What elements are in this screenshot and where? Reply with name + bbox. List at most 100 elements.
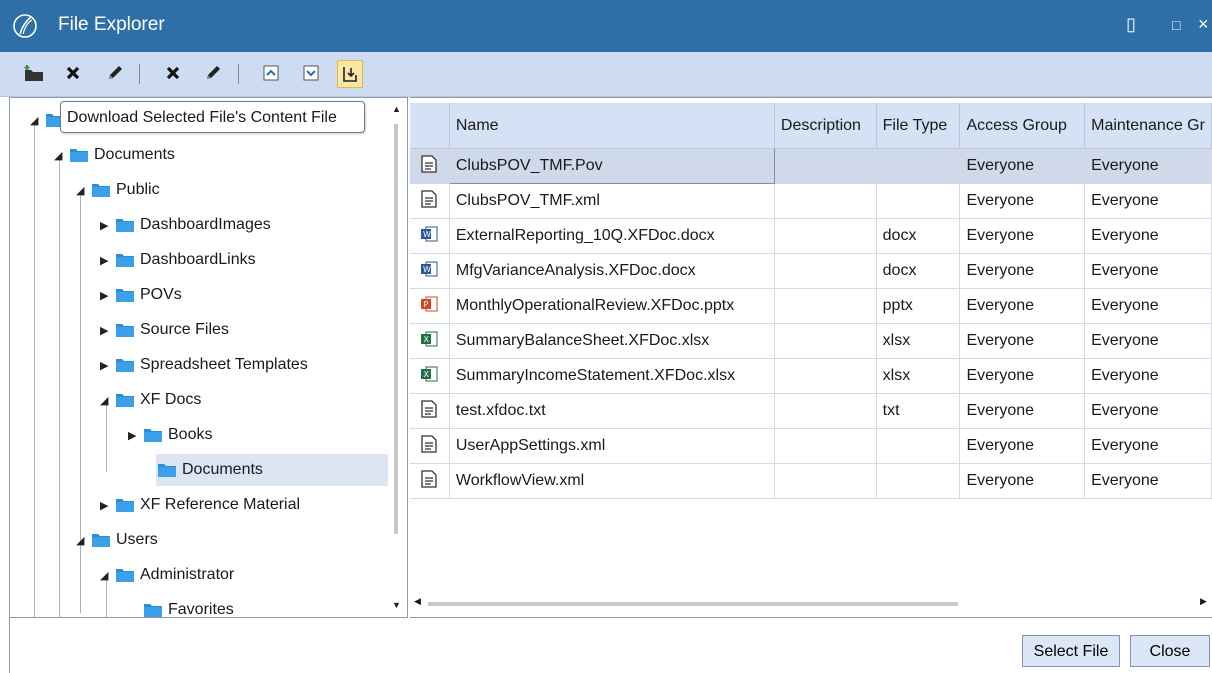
file-name-cell[interactable]: test.xfdoc.txt <box>449 393 775 429</box>
access-group-cell[interactable]: Everyone <box>959 148 1086 184</box>
tree-item[interactable]: ▶ Books <box>128 419 212 451</box>
tree-item[interactable]: ▶ Spreadsheet Templates <box>100 349 308 381</box>
file-type-cell[interactable]: txt <box>876 393 961 429</box>
window-restore-icon[interactable]: ▯ <box>1126 14 1136 35</box>
maintenance-group-cell[interactable]: Everyone <box>1084 253 1212 289</box>
tree-item[interactable]: ▶ XF Reference Material <box>100 489 300 521</box>
close-button[interactable]: Close <box>1130 635 1210 667</box>
file-type-cell[interactable] <box>876 428 961 464</box>
expand-arrow-icon[interactable]: ▶ <box>128 429 142 442</box>
collapse-arrow-icon[interactable]: ◢ <box>54 149 68 162</box>
column-header-file-type[interactable]: File Type <box>876 103 961 149</box>
tree-item[interactable]: ◢ Documents <box>54 139 175 171</box>
maintenance-group-cell[interactable]: Everyone <box>1084 463 1212 499</box>
delete-file-button[interactable] <box>161 61 185 85</box>
download-file-button[interactable] <box>299 61 323 85</box>
delete-folder-button[interactable] <box>61 61 85 85</box>
description-cell[interactable] <box>774 463 877 499</box>
add-folder-button[interactable] <box>22 61 46 85</box>
file-row[interactable]: X SummaryIncomeStatement.XFDoc.xlsx xlsx Ev… <box>410 358 1212 394</box>
file-name-cell[interactable]: SummaryIncomeStatement.XFDoc.xlsx <box>449 358 775 394</box>
file-name-cell[interactable]: SummaryBalanceSheet.XFDoc.xlsx <box>449 323 775 359</box>
expand-arrow-icon[interactable]: ▶ <box>100 324 114 337</box>
file-row[interactable]: test.xfdoc.txt txt Everyone Everyone <box>410 393 1212 429</box>
file-type-cell[interactable]: xlsx <box>876 323 961 359</box>
file-row[interactable]: UserAppSettings.xml Everyone Everyone <box>410 428 1212 464</box>
maintenance-group-cell[interactable]: Everyone <box>1084 218 1212 254</box>
access-group-cell[interactable]: Everyone <box>959 253 1086 289</box>
file-name-cell[interactable]: MonthlyOperationalReview.XFDoc.pptx <box>449 288 775 324</box>
column-header-description[interactable]: Description <box>774 103 877 149</box>
file-name-cell[interactable]: WorkflowView.xml <box>449 463 775 499</box>
maintenance-group-cell[interactable]: Everyone <box>1084 288 1212 324</box>
description-cell[interactable] <box>774 218 877 254</box>
collapse-arrow-icon[interactable]: ◢ <box>76 184 90 197</box>
description-cell[interactable] <box>774 183 877 219</box>
description-cell[interactable] <box>774 288 877 324</box>
tree-item[interactable]: ▶ DashboardImages <box>100 209 271 241</box>
collapse-arrow-icon[interactable]: ◢ <box>76 534 90 547</box>
rename-folder-button[interactable] <box>103 61 127 85</box>
collapse-arrow-icon[interactable]: ◢ <box>100 569 114 582</box>
maintenance-group-cell[interactable]: Everyone <box>1084 393 1212 429</box>
expand-arrow-icon[interactable]: ▶ <box>100 289 114 302</box>
description-cell[interactable] <box>774 323 877 359</box>
column-header-name[interactable]: Name <box>449 103 775 149</box>
access-group-cell[interactable]: Everyone <box>959 393 1086 429</box>
file-name-cell[interactable]: ClubsPOV_TMF.Pov <box>448 148 775 184</box>
description-cell[interactable] <box>774 148 877 184</box>
file-row[interactable]: P MonthlyOperationalReview.XFDoc.pptx pptx… <box>410 288 1212 324</box>
tree-item[interactable]: Favorites <box>128 594 234 626</box>
description-cell[interactable] <box>774 358 877 394</box>
file-type-cell[interactable]: xlsx <box>876 358 961 394</box>
file-row[interactable]: ClubsPOV_TMF.Pov Everyone Everyone <box>410 148 1212 184</box>
file-row[interactable]: WorkflowView.xml Everyone Everyone <box>410 463 1212 499</box>
file-name-cell[interactable]: UserAppSettings.xml <box>449 428 775 464</box>
maintenance-group-cell[interactable]: Everyone <box>1084 183 1212 219</box>
file-type-cell[interactable] <box>876 148 961 184</box>
file-type-cell[interactable] <box>876 183 961 219</box>
access-group-cell[interactable]: Everyone <box>959 358 1086 394</box>
file-row[interactable]: ClubsPOV_TMF.xml Everyone Everyone <box>410 183 1212 219</box>
tree-item[interactable]: ▶ DashboardLinks <box>100 244 256 276</box>
edit-file-button[interactable] <box>201 61 225 85</box>
expand-arrow-icon[interactable]: ▶ <box>100 359 114 372</box>
file-row[interactable]: X SummaryBalanceSheet.XFDoc.xlsx xlsx Every… <box>410 323 1212 359</box>
file-type-cell[interactable]: pptx <box>876 288 961 324</box>
file-row[interactable]: W ExternalReporting_10Q.XFDoc.docx docx Eve… <box>410 218 1212 254</box>
file-row[interactable]: W MfgVarianceAnalysis.XFDoc.docx docx Every… <box>410 253 1212 289</box>
maintenance-group-cell[interactable]: Everyone <box>1084 148 1212 184</box>
file-type-cell[interactable]: docx <box>876 218 961 254</box>
collapse-arrow-icon[interactable]: ◢ <box>100 394 114 407</box>
tree-item[interactable]: ◢ Users <box>76 524 158 556</box>
access-group-cell[interactable]: Everyone <box>959 463 1086 499</box>
maintenance-group-cell[interactable]: Everyone <box>1084 428 1212 464</box>
file-name-cell[interactable]: MfgVarianceAnalysis.XFDoc.docx <box>449 253 775 289</box>
tree-item[interactable]: ▶ Source Files <box>100 314 229 346</box>
expand-arrow-icon[interactable]: ▶ <box>100 219 114 232</box>
upload-file-button[interactable] <box>259 61 283 85</box>
expand-arrow-icon[interactable]: ▶ <box>100 254 114 267</box>
access-group-cell[interactable]: Everyone <box>959 323 1086 359</box>
tree-item[interactable]: ◢ Public <box>76 174 160 206</box>
file-name-cell[interactable]: ClubsPOV_TMF.xml <box>449 183 775 219</box>
file-name-cell[interactable]: ExternalReporting_10Q.XFDoc.docx <box>449 218 775 254</box>
file-type-cell[interactable] <box>876 463 961 499</box>
grid-scroll-thumb[interactable] <box>428 602 958 606</box>
tree-item[interactable]: ◢ Administrator <box>100 559 234 591</box>
access-group-cell[interactable]: Everyone <box>959 288 1086 324</box>
file-type-cell[interactable]: docx <box>876 253 961 289</box>
collapse-arrow-icon[interactable]: ◢ <box>30 114 44 127</box>
column-header-maintenance-group[interactable]: Maintenance Gr <box>1084 103 1212 149</box>
access-group-cell[interactable]: Everyone <box>959 218 1086 254</box>
tree-scroll-thumb[interactable] <box>394 124 398 534</box>
window-close-icon[interactable]: × <box>1198 14 1209 35</box>
access-group-cell[interactable]: Everyone <box>959 183 1086 219</box>
tree-item[interactable]: ▶ POVs <box>100 279 182 311</box>
maintenance-group-cell[interactable]: Everyone <box>1084 323 1212 359</box>
expand-arrow-icon[interactable]: ▶ <box>100 499 114 512</box>
tree-vertical-scrollbar[interactable]: ▲ ▼ <box>390 104 401 614</box>
description-cell[interactable] <box>774 428 877 464</box>
column-header-access-group[interactable]: Access Group <box>959 103 1086 149</box>
download-content-file-button[interactable] <box>337 60 363 88</box>
